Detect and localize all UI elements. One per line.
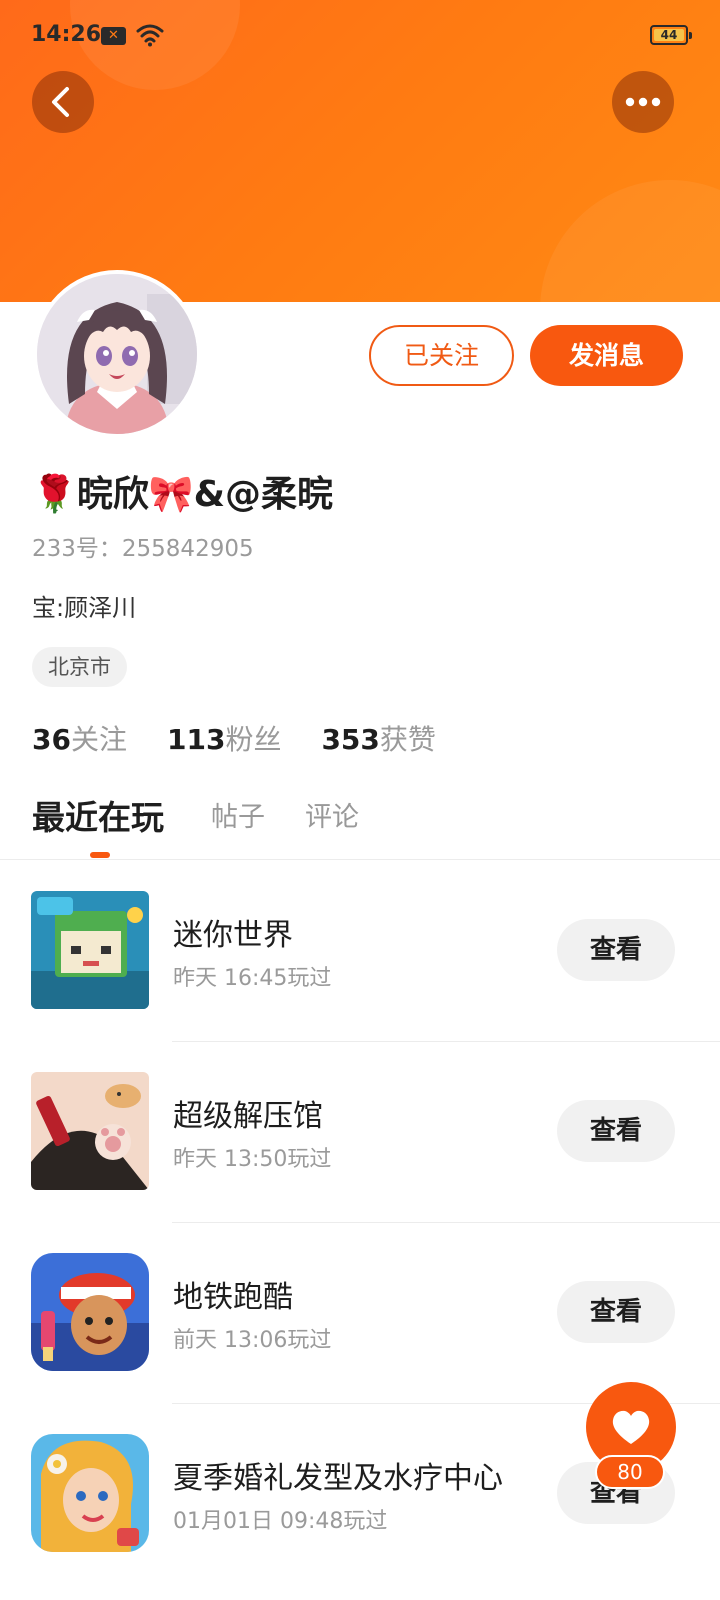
user-name: 🌹晥欣🎀&@柔晥: [32, 474, 334, 515]
more-options-button[interactable]: [612, 71, 674, 133]
game-name: 地铁跑酷: [173, 1280, 293, 1315]
game-last-played: 01月01日 09:48玩过: [173, 1509, 388, 1534]
followed-button[interactable]: 已关注: [369, 325, 514, 386]
more-dots-icon: [625, 97, 661, 107]
stat-label: 获赞: [379, 723, 436, 756]
stat-number: 36: [32, 723, 71, 756]
list-item[interactable]: 超级解压馆 昨天 13:50玩过 查看: [0, 1042, 720, 1223]
game-last-played: 昨天 13:50玩过: [173, 1147, 332, 1172]
stat-label: 关注: [70, 723, 127, 756]
location-badge: 北京市: [32, 647, 127, 687]
relax-hall-icon: [31, 1072, 149, 1190]
battery-tip: [689, 32, 692, 39]
game-name: 迷你世界: [173, 918, 293, 953]
anime-girl-avatar: [37, 274, 197, 434]
send-message-button[interactable]: 发消息: [530, 325, 683, 386]
game-last-played: 前天 13:06玩过: [173, 1328, 332, 1353]
game-name: 超级解压馆: [173, 1099, 323, 1134]
chevron-left-icon: [52, 87, 69, 117]
tab-bar: 最近在玩 帖子 评论: [0, 790, 720, 860]
view-button[interactable]: 查看: [557, 1100, 675, 1162]
tab-comments[interactable]: 评论: [305, 790, 359, 850]
game-name: 夏季婚礼发型及水疗中心: [173, 1461, 503, 1496]
stats-row: 36关注 113粉丝 353获赞: [32, 718, 436, 762]
subway-surfers-icon: [31, 1253, 149, 1371]
avatar[interactable]: [33, 270, 201, 438]
stat-number: 113: [166, 723, 226, 756]
mini-world-icon: [31, 891, 149, 1009]
battery-indicator: 44: [650, 25, 692, 45]
list-item[interactable]: 地铁跑酷 前天 13:06玩过 查看: [0, 1223, 720, 1404]
like-count-badge: 80: [595, 1455, 665, 1489]
profile-header-banner: 14:26 ✕ 44: [0, 0, 720, 302]
view-button[interactable]: 查看: [557, 919, 675, 981]
banner-decoration: [540, 180, 720, 302]
stat-fans[interactable]: 113粉丝: [167, 718, 281, 762]
stat-following[interactable]: 36关注: [32, 718, 127, 762]
active-tab-indicator: [90, 852, 110, 858]
back-button[interactable]: [32, 71, 94, 133]
stat-label: 粉丝: [225, 723, 282, 756]
user-bio: 宝:顾泽川: [32, 594, 137, 622]
list-item[interactable]: 迷你世界 昨天 16:45玩过 查看: [0, 861, 720, 1042]
status-bar: 14:26 ✕ 44: [0, 0, 720, 72]
wedding-salon-icon: [31, 1434, 149, 1552]
battery-level: 44: [660, 28, 678, 42]
stat-likes[interactable]: 353获赞: [321, 718, 435, 762]
tab-posts[interactable]: 帖子: [211, 790, 265, 850]
wifi-icon: [136, 24, 164, 47]
tab-recently-played[interactable]: 最近在玩: [32, 790, 164, 850]
stat-number: 353: [321, 723, 380, 756]
close-box-icon: ✕: [101, 27, 126, 45]
status-time: 14:26: [31, 22, 102, 47]
user-id: 233号：255842905: [32, 536, 254, 562]
view-button[interactable]: 查看: [557, 1281, 675, 1343]
game-last-played: 昨天 16:45玩过: [173, 966, 332, 991]
